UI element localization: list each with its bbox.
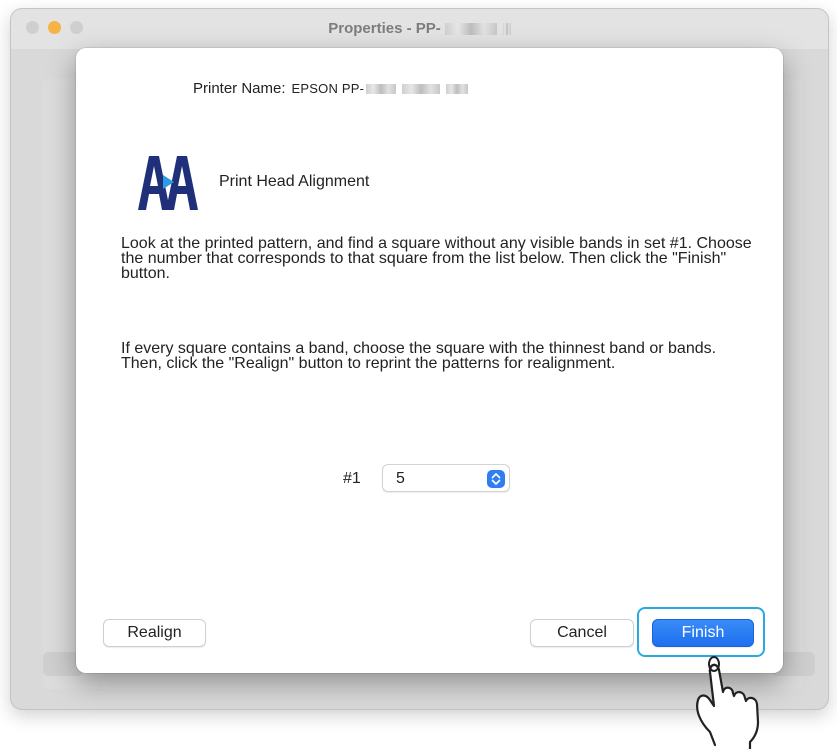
realign-button[interactable]: Realign (103, 619, 206, 647)
redacted-model (444, 23, 497, 36)
square-number-select[interactable]: 5 (382, 464, 510, 492)
window-title: Properties - PP- (11, 20, 828, 37)
redacted-model-suffix (502, 23, 511, 36)
selected-value: 5 (396, 470, 405, 487)
set-label: #1 (343, 470, 361, 487)
realign-instructions-text: If every square contains a band, choose … (121, 340, 717, 372)
redacted-model (366, 84, 397, 95)
cancel-button[interactable]: Cancel (530, 619, 634, 647)
printer-name-row: Printer Name: EPSON PP- (193, 80, 469, 97)
chevron-updown-icon (487, 470, 505, 488)
printer-name-label: Printer Name: (193, 80, 286, 97)
window-title-text: Properties - PP- (328, 20, 441, 37)
section-title: Print Head Alignment (219, 173, 370, 190)
instructions-text: Look at the printed pattern, and find a … (121, 235, 752, 282)
redacted-model (446, 84, 469, 95)
finish-button[interactable]: Finish (652, 619, 754, 647)
printer-name-value: EPSON PP- (291, 81, 365, 96)
redacted-model (402, 84, 441, 95)
title-bar: Properties - PP- (11, 9, 828, 49)
hand-pointer-icon (696, 656, 760, 749)
alignment-dialog: Printer Name: EPSON PP- Print Head Alignm… (76, 48, 783, 673)
print-head-alignment-icon (138, 156, 198, 210)
